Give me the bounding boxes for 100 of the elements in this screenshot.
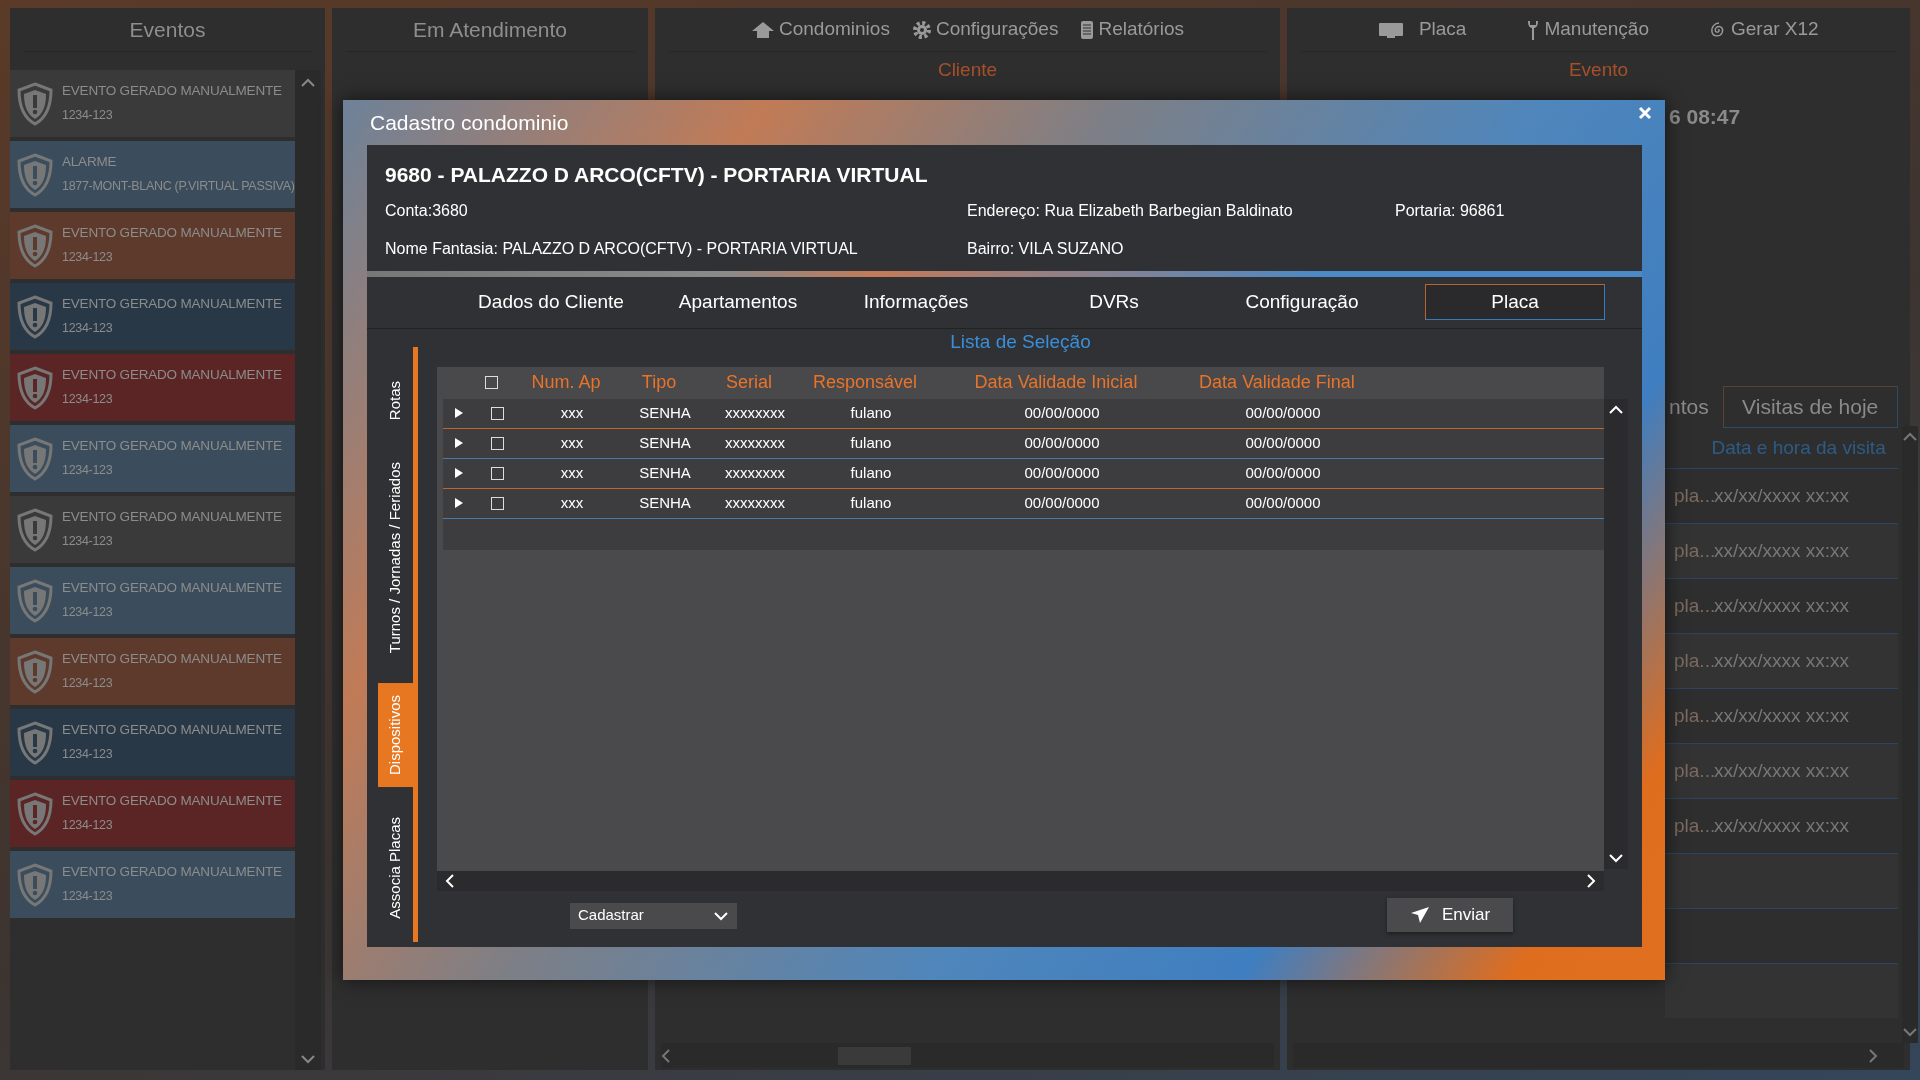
shield-icon	[16, 649, 54, 694]
event-card[interactable]: EVENTO GERADO MANUALMENTE 1234-123	[10, 425, 295, 492]
checkbox[interactable]	[490, 406, 504, 420]
dropdown[interactable]: Cadastrar	[570, 902, 737, 929]
menu-item[interactable]: Placa	[1378, 15, 1467, 44]
table-cell-text: pla...	[1674, 538, 1714, 563]
table-cell-text: pla...	[1674, 703, 1714, 728]
event-code: 1234-123	[62, 393, 114, 407]
table-cell-text: xxx	[559, 432, 585, 453]
section-heading: Evento	[1568, 59, 1629, 80]
shield-icon	[16, 152, 54, 197]
send-button[interactable]: Enviar	[1387, 897, 1513, 932]
expand-icon[interactable]	[455, 498, 463, 508]
client-name: 9680 - PALAZZO D ARCO(CFTV) - PORTARIA VIRTUAL	[385, 162, 929, 188]
table-cell-text: 00/00/0000	[1023, 462, 1101, 483]
list-title: Lista de Seleção	[950, 330, 1091, 352]
info-text: Nome Fantasia: PALAZZO D ARCO(CFTV) - PORTARIA VIRTUAL	[385, 238, 859, 259]
expand-icon[interactable]	[455, 438, 463, 448]
table-cell-text: xx/xx/xxxx xx:xx	[1714, 483, 1850, 508]
checkbox[interactable]	[490, 466, 504, 480]
column-header: Data Validade Inicial	[973, 371, 1139, 394]
panel-title: Eventos	[129, 16, 206, 43]
table-cell-text: SENHA	[638, 492, 692, 513]
event-title: EVENTO GERADO MANUALMENTE	[62, 297, 282, 313]
event-card[interactable]: EVENTO GERADO MANUALMENTE 1234-123	[10, 354, 295, 421]
menu-item[interactable]: Manutenção	[1526, 15, 1649, 44]
shield-icon	[16, 507, 54, 552]
checkbox[interactable]	[490, 496, 504, 510]
event-card[interactable]: EVENTO GERADO MANUALMENTE 1234-123	[10, 567, 295, 634]
side-tab[interactable]: Rotas	[378, 368, 413, 432]
event-card[interactable]: EVENTO GERADO MANUALMENTE 1234-123	[10, 70, 295, 137]
tab[interactable]: Informações	[811, 284, 1021, 320]
table-cell-text: 00/00/0000	[1023, 432, 1101, 453]
table-cell-text: SENHA	[638, 462, 692, 483]
event-card[interactable]: EVENTO GERADO MANUALMENTE 1234-123	[10, 780, 295, 847]
side-tab[interactable]: Turnos / Jornadas / Feriados	[378, 449, 413, 665]
event-code: 1877-MONT-BLANC (P.VIRTUAL PASSIVA)	[62, 180, 295, 194]
table-cell-text: xxx	[559, 402, 585, 423]
side-tab[interactable]: Dispositivos	[378, 682, 413, 787]
table-cell-text: xx/xx/xxxx xx:xx	[1714, 703, 1850, 728]
event-title: EVENTO GERADO MANUALMENTE	[62, 865, 282, 881]
table-cell-text: pla...	[1674, 813, 1714, 838]
event-card[interactable]: EVENTO GERADO MANUALMENTE 1234-123	[10, 283, 295, 350]
event-title: EVENTO GERADO MANUALMENTE	[62, 439, 282, 455]
shield-icon	[16, 791, 54, 836]
table-cell-text: xx/xx/xxxx xx:xx	[1714, 593, 1850, 618]
menu-item[interactable]: Relatórios	[1080, 15, 1184, 44]
tab[interactable]: Placa	[1425, 284, 1605, 320]
scrollbar[interactable]	[661, 1043, 1274, 1068]
column-header: Data Validade Final	[1198, 371, 1356, 394]
table-cell-text: pla...	[1674, 483, 1714, 508]
expand-icon[interactable]	[455, 468, 463, 478]
table-cell-text: 00/00/0000	[1244, 492, 1322, 513]
chevron-down-icon	[713, 910, 729, 921]
side-tab[interactable]: Associa Placas	[378, 804, 413, 931]
event-description: 6 08:47	[1669, 105, 1741, 128]
menu-item[interactable]: Condominios	[751, 15, 890, 44]
event-card[interactable]: EVENTO GERADO MANUALMENTE 1234-123	[10, 638, 295, 705]
table-cell-text: xxx	[559, 492, 585, 513]
scrollbar[interactable]	[1293, 1043, 1904, 1068]
table-cell-text: SENHA	[638, 432, 692, 453]
info-text: Conta:3680	[385, 200, 469, 221]
table-cell-text: fulano	[849, 462, 893, 483]
event-code: 1234-123	[62, 677, 114, 691]
column-header: Num. Ap	[530, 371, 602, 394]
event-card[interactable]: EVENTO GERADO MANUALMENTE 1234-123	[10, 851, 295, 918]
table-cell-text: fulano	[849, 432, 893, 453]
tab[interactable]: Configuração	[1207, 284, 1397, 320]
table-cell-text: SENHA	[638, 402, 692, 423]
table-cell-text: xxxxxxxx	[724, 492, 786, 513]
table-cell-text: xxxxxxxx	[724, 462, 786, 483]
table-cell-text: pla...	[1674, 758, 1714, 783]
menu-item[interactable]: Gerar X12	[1709, 15, 1819, 44]
menu-item[interactable]: Configurações	[911, 15, 1059, 44]
event-title: EVENTO GERADO MANUALMENTE	[62, 368, 282, 384]
tab[interactable]: DVRs	[1021, 284, 1207, 320]
tab[interactable]: Visitas de hoje	[1722, 386, 1898, 428]
event-card[interactable]: EVENTO GERADO MANUALMENTE 1234-123	[10, 496, 295, 563]
panel-title: Em Atendimento	[412, 16, 568, 43]
table-cell-text: 00/00/0000	[1023, 402, 1101, 423]
event-card[interactable]: ALARME 1877-MONT-BLANC (P.VIRTUAL PASSIVA)	[10, 141, 295, 208]
event-card[interactable]: EVENTO GERADO MANUALMENTE 1234-123	[10, 212, 295, 279]
event-card[interactable]: EVENTO GERADO MANUALMENTE 1234-123	[10, 709, 295, 776]
table-cell-text: 00/00/0000	[1023, 492, 1101, 513]
column-header: Serial	[725, 371, 773, 394]
checkbox[interactable]	[490, 436, 504, 450]
tab[interactable]: ntos	[1665, 386, 1713, 428]
tab[interactable]: Apartamentos	[665, 284, 811, 320]
tab[interactable]: Dados do Cliente	[437, 284, 665, 320]
event-code: 1234-123	[62, 606, 114, 620]
info-text: Portaria: 96861	[1395, 200, 1506, 221]
column-header: Tipo	[640, 371, 678, 394]
checkbox[interactable]	[484, 376, 498, 389]
event-code: 1234-123	[62, 464, 114, 478]
expand-icon[interactable]	[455, 408, 463, 418]
dialog-title: Cadastro condominio	[370, 109, 569, 136]
shield-icon	[16, 862, 54, 907]
event-code: 1234-123	[62, 890, 114, 904]
close-icon[interactable]	[1638, 106, 1652, 120]
monitor-icon	[1378, 20, 1405, 39]
